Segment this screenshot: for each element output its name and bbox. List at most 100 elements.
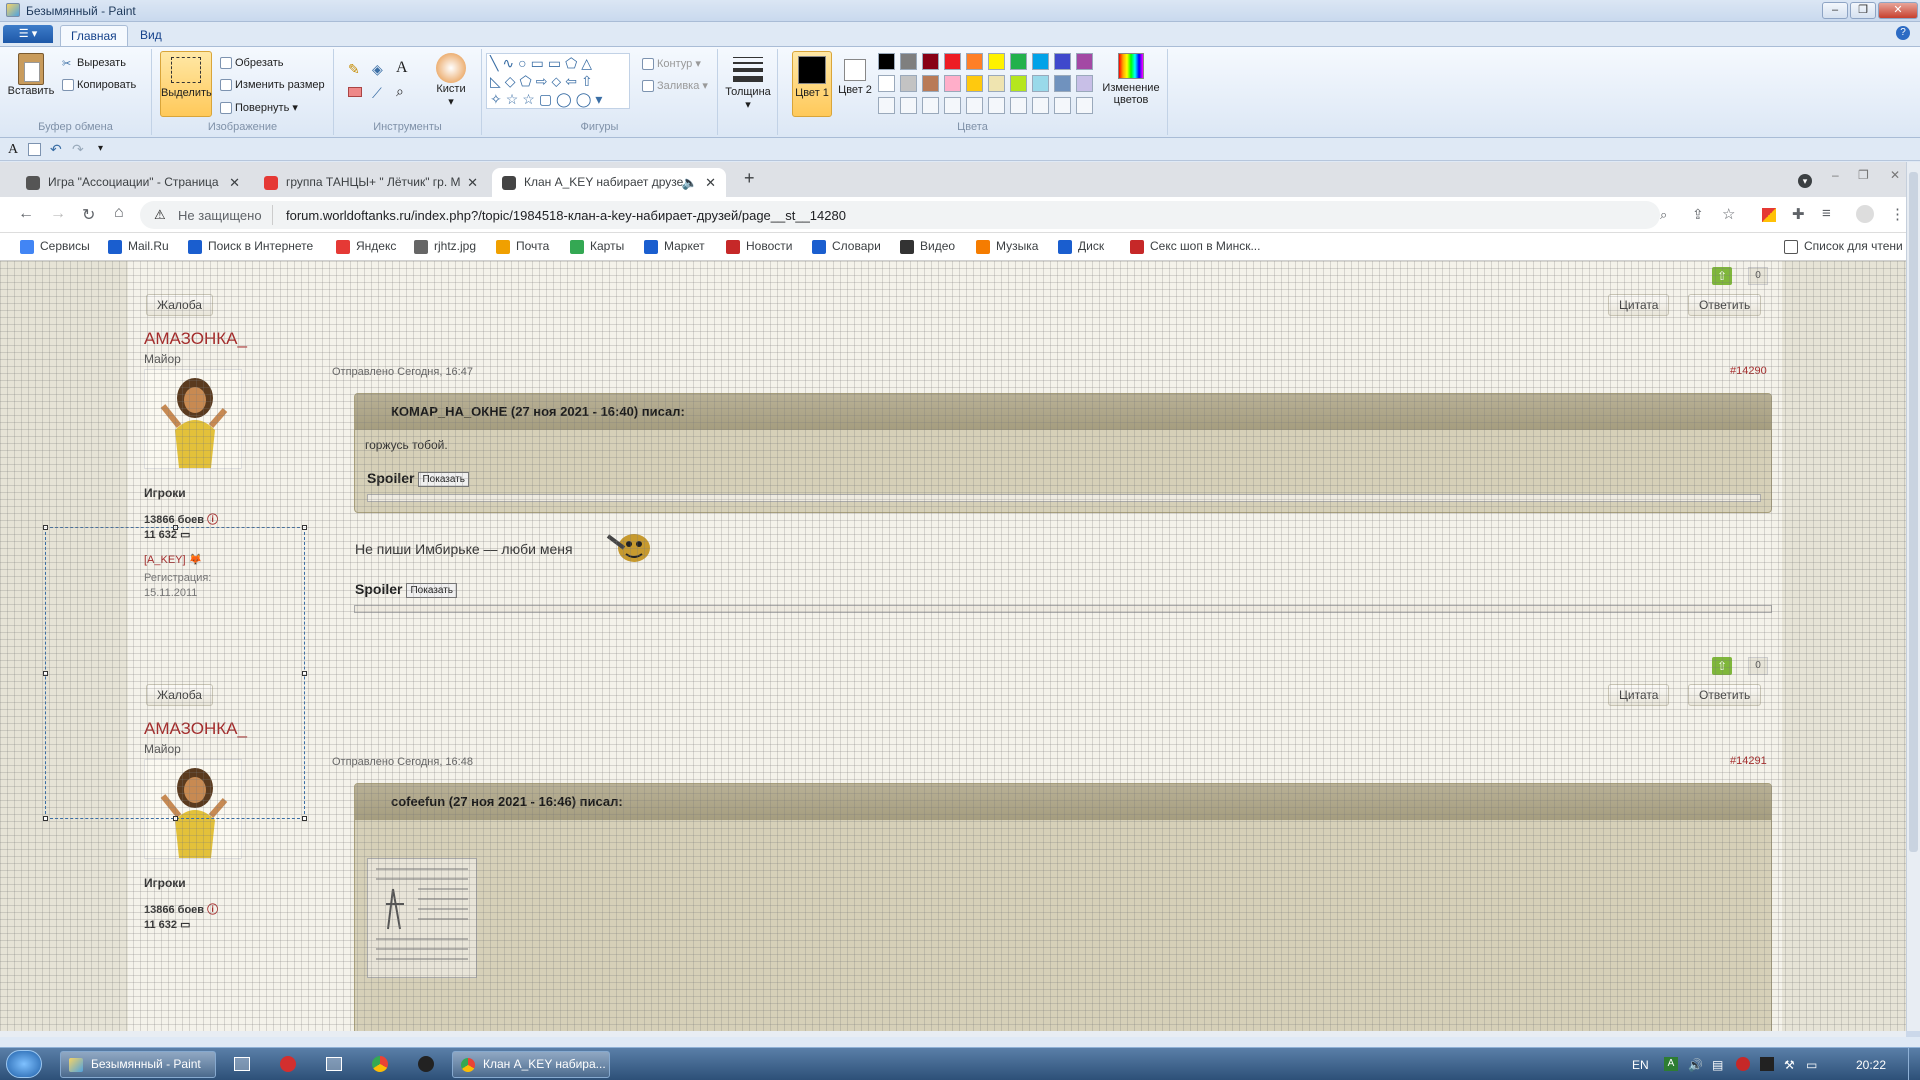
select-button[interactable]: Выделить <box>160 51 212 117</box>
extension-icon[interactable] <box>1762 208 1776 222</box>
language-indicator[interactable]: EN <box>1632 1058 1649 1072</box>
selection-handle[interactable] <box>43 671 48 676</box>
pencil-icon[interactable]: ✎ <box>348 61 360 78</box>
browser-tab-clan[interactable]: Клан A_KEY набирает друзе 🔈 ✕ <box>492 168 726 197</box>
bookmark-item[interactable]: Маркет <box>644 239 705 254</box>
bookmark-item[interactable]: Словари <box>812 239 881 254</box>
color-swatch[interactable] <box>900 53 917 70</box>
custom-color-slot[interactable] <box>1010 97 1027 114</box>
color-swatch[interactable] <box>900 75 917 92</box>
shapes-gallery[interactable]: ╲∿○▭▭⬠△ ◺◇⬠⇨⬦⇦⇧ ✧☆☆▢◯◯▾ <box>486 53 630 109</box>
color-swatch[interactable] <box>944 75 961 92</box>
color-swatch[interactable] <box>1032 75 1049 92</box>
tab-home[interactable]: Главная <box>60 25 128 46</box>
bookmark-item[interactable]: Видео <box>900 239 955 254</box>
tab-view[interactable]: Вид <box>130 25 172 46</box>
close-tab-icon[interactable]: ✕ <box>467 168 478 197</box>
browser-restore-icon[interactable]: ❐ <box>1858 168 1869 182</box>
game-taskbar-icon[interactable] <box>418 1056 434 1072</box>
custom-color-slot[interactable] <box>944 97 961 114</box>
share-icon[interactable]: ⇪ <box>1692 206 1704 223</box>
post-author[interactable]: АМАЗОНКА_ <box>144 329 247 349</box>
tray-black-icon[interactable] <box>1760 1057 1774 1071</box>
selection-handle[interactable] <box>173 816 178 821</box>
bookmark-item[interactable]: Музыка <box>976 239 1038 254</box>
bookmark-item[interactable]: Сервисы <box>20 239 90 254</box>
close-tab-icon[interactable]: ✕ <box>705 168 716 197</box>
explorer-taskbar-icon[interactable] <box>234 1057 250 1071</box>
custom-color-slot[interactable] <box>922 97 939 114</box>
tab-search-icon[interactable]: ▾ <box>1798 174 1812 188</box>
color-swatch[interactable] <box>966 53 983 70</box>
info-icon[interactable]: ⓘ <box>207 514 218 526</box>
report-button[interactable]: Жалоба <box>146 294 213 316</box>
reload-icon[interactable]: ↻ <box>82 205 95 225</box>
color2-button[interactable]: Цвет 2 <box>836 51 874 117</box>
bookmark-item[interactable]: Mail.Ru <box>108 239 169 254</box>
browser-tab-youtube[interactable]: группа ТАНЦЫ+ " Лётчик" гр. М ✕ <box>254 168 488 197</box>
bookmark-item[interactable]: Яндекс <box>336 239 396 254</box>
edit-colors-button[interactable]: Изменение цветов <box>1098 53 1164 106</box>
color-swatch[interactable] <box>1010 53 1027 70</box>
media-control-icon[interactable]: ≡ <box>1822 205 1831 222</box>
custom-color-slot[interactable] <box>988 97 1005 114</box>
color-swatch[interactable] <box>988 75 1005 92</box>
help-icon[interactable]: ? <box>1896 26 1910 40</box>
customize-qat-icon[interactable]: ▾ <box>98 143 103 154</box>
quote-button[interactable]: Цитата <box>1608 684 1670 706</box>
custom-color-slot[interactable] <box>900 97 917 114</box>
info-icon[interactable]: ⓘ <box>207 904 218 916</box>
color-picker-icon[interactable]: ⟋ <box>372 85 382 102</box>
speaker-icon[interactable]: 🔈 <box>682 168 698 197</box>
custom-color-slot[interactable] <box>1054 97 1071 114</box>
paste-button[interactable]: Вставить <box>6 53 56 97</box>
vertical-scrollbar[interactable] <box>1906 162 1920 1031</box>
selection-handle[interactable] <box>43 816 48 821</box>
menu-icon[interactable]: ⋮ <box>1890 205 1905 223</box>
tray-app-icon[interactable]: A <box>1664 1057 1678 1071</box>
tray-monitor-icon[interactable]: ▭ <box>1806 1058 1817 1072</box>
tray-tool-icon[interactable]: ⚒ <box>1784 1058 1795 1072</box>
selection-handle[interactable] <box>302 525 307 530</box>
avatar[interactable] <box>144 369 242 469</box>
text-tool-qat-icon[interactable]: A <box>8 142 18 158</box>
plus-rep-button[interactable]: ⇧ <box>1712 657 1732 675</box>
bookmark-item[interactable]: Карты <box>570 239 624 254</box>
outline-button[interactable]: Контур ▾ <box>642 57 701 71</box>
redo-icon[interactable]: ↷ <box>72 141 84 158</box>
color-swatch[interactable] <box>1032 53 1049 70</box>
browser-close-icon[interactable]: ✕ <box>1890 168 1900 182</box>
close-tab-icon[interactable]: ✕ <box>229 168 240 197</box>
quote-button[interactable]: Цитата <box>1608 294 1670 316</box>
color1-button[interactable]: Цвет 1 <box>792 51 832 117</box>
file-menu-button[interactable]: ☰ ▾ <box>3 25 53 43</box>
color-swatch[interactable] <box>922 75 939 92</box>
color-swatch[interactable] <box>966 75 983 92</box>
start-button[interactable] <box>6 1050 42 1078</box>
reading-list[interactable]: Список для чтени <box>1784 239 1903 254</box>
network-icon[interactable]: ▤ <box>1712 1058 1723 1072</box>
copy-button[interactable]: Копировать <box>62 79 136 92</box>
eraser-icon[interactable] <box>348 87 362 97</box>
bookmark-item[interactable]: Диск <box>1058 239 1104 254</box>
text-tool-icon[interactable]: A <box>396 59 408 77</box>
color-swatch[interactable] <box>1010 75 1027 92</box>
back-icon[interactable]: ← <box>18 205 34 223</box>
chrome-taskbar-icon[interactable] <box>372 1056 388 1072</box>
plus-rep-button[interactable]: ⇧ <box>1712 267 1732 285</box>
color-swatch[interactable] <box>1076 75 1093 92</box>
reply-button[interactable]: Ответить <box>1688 684 1762 706</box>
address-bar[interactable]: ⚠ Не защищено forum.worldoftanks.ru/inde… <box>140 201 1667 229</box>
browser-minimize-icon[interactable]: – <box>1832 168 1839 182</box>
selection-handle[interactable] <box>302 816 307 821</box>
bookmark-item[interactable]: Поиск в Интернете <box>188 239 313 254</box>
custom-color-slot[interactable] <box>878 97 895 114</box>
post-number-link[interactable]: #14290 <box>1730 365 1767 377</box>
show-spoiler-button[interactable]: Показать <box>418 471 469 487</box>
save-icon[interactable] <box>28 143 41 156</box>
fill-bucket-icon[interactable]: ◈ <box>372 61 383 78</box>
fill-button[interactable]: Заливка ▾ <box>642 79 708 93</box>
vertical-scroll-thumb[interactable] <box>1909 172 1918 852</box>
color-swatch[interactable] <box>878 75 895 92</box>
minimize-button[interactable]: – <box>1822 2 1848 19</box>
